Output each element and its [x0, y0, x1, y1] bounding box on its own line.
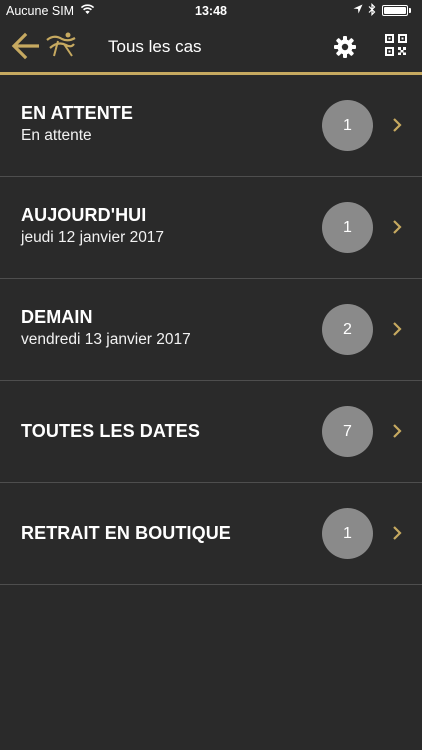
battery-icon	[382, 5, 408, 16]
status-bar: Aucune SIM 13:48	[0, 0, 422, 22]
row-subtitle: En attente	[21, 127, 92, 144]
gear-icon[interactable]	[332, 34, 358, 60]
count-badge: 1	[322, 100, 373, 151]
bluetooth-icon	[368, 3, 376, 16]
page-title: Tous les cas	[108, 37, 202, 56]
chevron-right-icon	[393, 424, 402, 438]
count-badge: 2	[322, 304, 373, 355]
list-item[interactable]: AUJOURD'HUI jeudi 12 janvier 2017 1	[0, 177, 422, 279]
chevron-right-icon	[393, 220, 402, 234]
nav-bar: Tous les cas	[0, 22, 422, 72]
list-item[interactable]: EN ATTENTE En attente 1	[0, 75, 422, 177]
battery-tip	[409, 8, 411, 13]
row-title: DEMAIN	[21, 307, 93, 327]
row-subtitle: jeudi 12 janvier 2017	[21, 229, 165, 246]
list-item[interactable]: DEMAIN vendredi 13 janvier 2017 2	[0, 279, 422, 381]
case-list: EN ATTENTE En attente 1 AUJOURD'HUI jeud…	[0, 75, 422, 585]
row-title: EN ATTENTE	[21, 103, 133, 123]
chevron-right-icon	[393, 322, 402, 336]
list-item[interactable]: RETRAIT EN BOUTIQUE 1	[0, 483, 422, 585]
chevron-right-icon	[393, 526, 402, 540]
list-item[interactable]: TOUTES LES DATES 7	[0, 381, 422, 483]
qr-code-icon[interactable]	[385, 34, 407, 56]
row-title: AUJOURD'HUI	[21, 205, 147, 225]
location-arrow-icon	[353, 4, 363, 14]
count-badge: 1	[322, 202, 373, 253]
brand-logo-icon	[46, 32, 76, 57]
row-title: RETRAIT EN BOUTIQUE	[21, 523, 231, 543]
count-badge: 7	[322, 406, 373, 457]
chevron-right-icon	[393, 118, 402, 132]
row-title: TOUTES LES DATES	[21, 421, 200, 441]
row-subtitle: vendredi 13 janvier 2017	[21, 331, 191, 348]
back-button[interactable]	[10, 31, 42, 61]
count-badge: 1	[322, 508, 373, 559]
